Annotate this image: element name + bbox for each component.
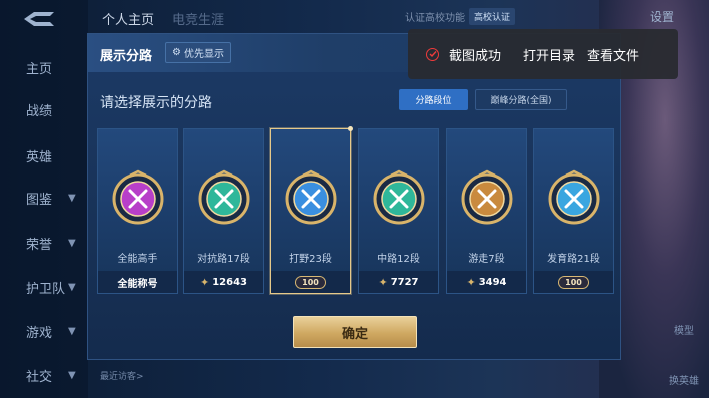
sidebar-item-label: 图鉴	[26, 192, 53, 208]
rank-pill-value: 100	[302, 277, 319, 287]
lane-card[interactable]: 全能高手 全能称号	[97, 128, 178, 294]
chevron-down-icon: ▼	[68, 281, 76, 293]
lane-score: 3494	[478, 276, 507, 288]
rank-emblem-icon	[198, 169, 250, 225]
cert-badge: 高校认证	[469, 7, 516, 25]
sidebar-item-label: 主页	[26, 61, 53, 77]
lane-card-label: 全能高手	[117, 254, 158, 265]
lane-card-label: 打野23段	[289, 254, 332, 265]
sidebar-item-guard[interactable]: 护卫队 ▼	[0, 272, 88, 302]
rank-pill: 100	[558, 275, 589, 289]
open-directory-button[interactable]: 打开目录	[523, 45, 575, 64]
lane-card-footer: ✦ 7727	[359, 271, 438, 293]
priority-button-label: 优先显示	[183, 49, 224, 60]
rank-star-icon: ✦	[466, 275, 476, 289]
sidebar-item-label: 荣誉	[26, 237, 53, 253]
rank-emblem-icon	[285, 169, 337, 225]
sidebar-item-home[interactable]: 主页	[0, 52, 88, 82]
rank-emblem-icon	[373, 169, 425, 225]
lane-card-label: 中路12段	[377, 254, 420, 265]
chevron-down-icon: ▼	[68, 369, 76, 381]
lane-title: 全能称号	[117, 278, 158, 290]
sidebar: 主页 战绩 英雄 图鉴 ▼ 荣誉 ▼ 护卫队 ▼ 游戏 ▼ 社交 ▼	[0, 0, 88, 398]
modal-subtitle: 请选择展示的分路	[100, 95, 212, 111]
lane-card[interactable]: 中路12段 ✦ 7727	[358, 128, 439, 294]
sidebar-item-label: 社交	[26, 369, 53, 385]
toast-message: 截图成功	[449, 48, 502, 64]
tab-esports[interactable]: 电竞生涯	[172, 9, 224, 28]
sidebar-item-gallery[interactable]: 图鉴 ▼	[0, 183, 88, 213]
sidebar-item-heroes[interactable]: 英雄	[0, 140, 88, 170]
sidebar-item-label: 英雄	[26, 149, 53, 165]
priority-display-button[interactable]: ⚙ 优先显示	[165, 42, 231, 63]
model-button[interactable]: 模型	[674, 322, 694, 337]
top-bar: 个人主页 电竞生涯 认证高校功能 高校认证 设置	[88, 0, 709, 32]
rank-emblem-icon	[548, 169, 600, 225]
sidebar-item-records[interactable]: 战绩	[0, 94, 88, 124]
chevron-down-icon: ▼	[68, 192, 76, 204]
sidebar-item-label: 战绩	[26, 103, 53, 119]
lane-card[interactable]: 打野23段 100	[270, 126, 353, 294]
lane-display-modal: 展示分路 ⚙ 优先显示 请选择展示的分路 分路段位 巅峰分路(全国) 全能高手全…	[87, 33, 622, 360]
confirm-button[interactable]: 确定	[293, 316, 417, 348]
gear-icon: ⚙	[172, 47, 181, 58]
settings-button[interactable]: 设置	[650, 8, 674, 25]
lane-card-footer: ✦ 12643	[184, 271, 263, 293]
modal-title: 展示分路	[100, 49, 153, 64]
sidebar-item-honors[interactable]: 荣誉 ▼	[0, 228, 88, 258]
back-logo-icon[interactable]	[20, 8, 60, 30]
tab-profile[interactable]: 个人主页	[102, 9, 154, 28]
rank-emblem-icon	[112, 169, 164, 225]
tab-lane-rank[interactable]: 分路段位	[399, 89, 468, 110]
sidebar-item-label: 游戏	[26, 325, 53, 341]
lane-card-label: 发育路21段	[547, 254, 600, 265]
switch-hero-button[interactable]: 换英雄	[669, 372, 699, 387]
lane-card-label: 游走7段	[468, 254, 505, 265]
rank-pill-value: 100	[565, 277, 582, 287]
lane-score: 7727	[390, 276, 419, 288]
lane-score: 12643	[212, 276, 247, 288]
screenshot-toast: 截图成功 打开目录 查看文件	[408, 29, 678, 79]
selected-marker	[348, 126, 353, 131]
recent-visitors[interactable]: 最近访客>	[100, 369, 144, 382]
cert-text: 认证高校功能	[405, 12, 465, 24]
lane-card[interactable]: 发育路21段 100	[533, 128, 614, 294]
rank-star-icon: ✦	[378, 275, 388, 289]
lane-card-label: 对抗路17段	[197, 254, 250, 265]
rank-emblem-icon	[461, 169, 513, 225]
sidebar-item-label: 护卫队	[26, 281, 66, 297]
view-file-button[interactable]: 查看文件	[587, 45, 639, 64]
sidebar-item-social[interactable]: 社交 ▼	[0, 360, 88, 390]
lane-card-footer: ✦ 3494	[447, 271, 526, 293]
rank-star-icon: ✦	[199, 275, 210, 289]
lane-card[interactable]: 游走7段 ✦ 3494	[446, 128, 527, 294]
lane-card[interactable]: 对抗路17段 ✦ 12643	[183, 128, 264, 294]
campus-cert[interactable]: 认证高校功能 高校认证	[405, 6, 516, 26]
chevron-down-icon: ▼	[68, 237, 76, 249]
lane-card-footer: 100	[271, 271, 350, 293]
chevron-down-icon: ▼	[68, 325, 76, 337]
sidebar-item-games[interactable]: 游戏 ▼	[0, 316, 88, 346]
lane-card-footer: 全能称号	[98, 271, 177, 293]
check-circle-icon	[426, 47, 439, 61]
tab-peak-lane[interactable]: 巅峰分路(全国)	[475, 89, 567, 110]
lane-card-footer: 100	[534, 271, 613, 293]
rank-pill: 100	[295, 275, 326, 289]
